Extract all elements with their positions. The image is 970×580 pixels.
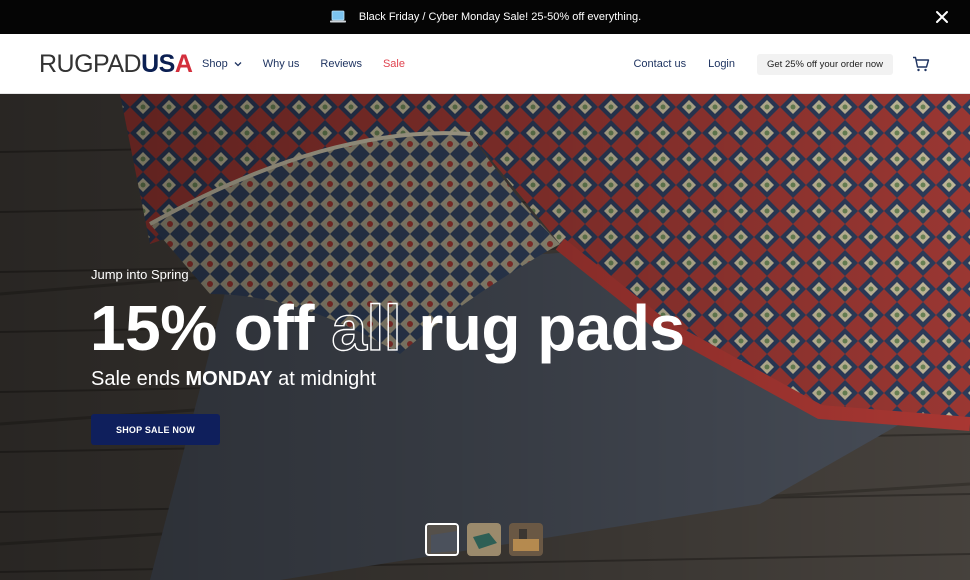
close-icon[interactable]	[934, 9, 950, 25]
carousel-thumb-1[interactable]	[425, 523, 459, 556]
contact-link[interactable]: Contact us	[633, 58, 686, 70]
hero-eyebrow: Jump into Spring	[91, 267, 189, 282]
subhead-suffix: at midnight	[272, 368, 376, 390]
nav-item-why-us[interactable]: Why us	[263, 58, 300, 70]
shop-sale-button[interactable]: SHOP SALE NOW	[91, 414, 220, 445]
site-header: RUGPADUSA Shop Why us Reviews Sale Conta…	[0, 34, 970, 94]
announcement-bar: Black Friday / Cyber Monday Sale! 25-50%…	[0, 0, 970, 34]
announcement-text: Black Friday / Cyber Monday Sale! 25-50%…	[358, 11, 642, 23]
nav-item-shop[interactable]: Shop	[202, 58, 242, 70]
subhead-bold: MONDAY	[185, 368, 273, 390]
carousel-thumb-3[interactable]	[509, 523, 543, 556]
header-actions: Contact us Login Get 25% off your order …	[633, 53, 970, 75]
hero-headline: 15% off all rug pads	[90, 290, 685, 366]
carousel-thumbnails	[425, 523, 551, 556]
subhead-prefix: Sale ends	[91, 368, 186, 390]
logo-text-a: A	[174, 50, 193, 78]
logo-text-us: US	[141, 50, 175, 78]
carousel-thumb-2[interactable]	[467, 523, 501, 556]
main-nav: Shop Why us Reviews Sale	[202, 58, 426, 70]
login-link[interactable]: Login	[708, 58, 735, 70]
nav-label-why-us: Why us	[262, 58, 300, 70]
nav-label-shop: Shop	[202, 58, 228, 70]
hero-banner: Jump into Spring 15% off all rug pads Sa…	[0, 94, 970, 580]
headline-outline-word: all	[331, 291, 403, 364]
nav-item-sale[interactable]: Sale	[383, 58, 405, 70]
laptop-icon	[329, 10, 346, 23]
nav-label-sale: Sale	[382, 58, 405, 70]
chevron-down-icon	[234, 62, 242, 67]
headline-part-1: 15% off	[90, 292, 332, 364]
nav-label-reviews: Reviews	[320, 58, 362, 70]
logo[interactable]: RUGPADUSA	[39, 50, 193, 78]
promo-button[interactable]: Get 25% off your order now	[757, 53, 893, 75]
cart-icon[interactable]	[912, 56, 930, 72]
headline-part-2: rug pads	[401, 292, 685, 364]
nav-item-reviews[interactable]: Reviews	[320, 58, 362, 70]
hero-subhead: Sale ends MONDAY at midnight	[91, 368, 376, 391]
logo-text-rugpad: RUGPAD	[39, 50, 142, 78]
